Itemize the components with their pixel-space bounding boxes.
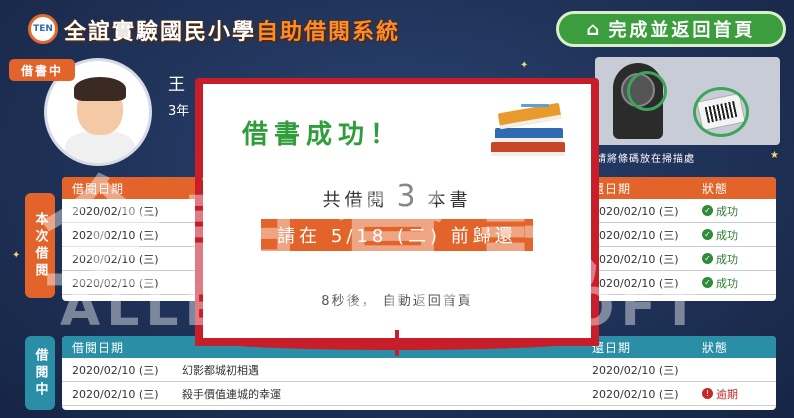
check-icon: ✓ <box>702 277 713 288</box>
count-prefix: 共借閱 <box>322 190 389 211</box>
scan-hint: 請將條碼放在掃描處 <box>596 154 695 165</box>
alert-icon: ! <box>702 388 713 399</box>
books-stack-icon <box>491 103 565 156</box>
tab-borrowed-this-time[interactable]: 本次借閱 <box>25 193 55 298</box>
finish-button-label: 完成並返回首頁 <box>608 20 756 41</box>
barcode-ring <box>693 87 749 137</box>
scanner-illustration <box>595 57 780 145</box>
due-date: 2020/02/10 (三) <box>592 387 679 401</box>
header-status: 狀態 <box>702 181 729 196</box>
app-title: 全誼實驗國民小學自助借閱系統 <box>64 14 400 46</box>
app-logo: TEN <box>28 14 58 44</box>
due-date-notice: 請在 5/18 (二) 前歸還 <box>261 219 533 251</box>
borrow-count: 共借閱 3 本書 <box>203 179 591 214</box>
success-title: 借書成功！ <box>242 120 403 150</box>
app-title-system: 自助借閱系統 <box>256 20 401 45</box>
header-borrow-date: 借閱日期 <box>72 181 125 196</box>
user-name: 王 <box>168 75 185 95</box>
borrow-date: 2020/02/10 (三) <box>72 204 159 218</box>
book-title: 殺手價值連城的幸運 <box>182 387 281 401</box>
table-row: 2020/02/10 (三) 幻影都城初相遇 2020/02/10 (三) <box>62 358 776 382</box>
borrow-date: 2020/02/10 (三) <box>72 252 159 266</box>
borrow-date: 2020/02/10 (三) <box>72 363 159 377</box>
due-date: 2020/02/10 (三) <box>592 363 679 377</box>
table-row: 2020/02/10 (三) 殺手價值連城的幸運 2020/02/10 (三) … <box>62 382 776 406</box>
status-text: 成功 <box>716 228 738 242</box>
scanner-ring <box>627 71 667 111</box>
finish-and-home-button[interactable]: ⌂ 完成並返回首頁 <box>556 11 786 47</box>
user-class: 3年 <box>168 104 190 119</box>
status-text: 成功 <box>716 204 738 218</box>
avatar-shirt <box>65 131 135 163</box>
status-cell: ✓ 成功 <box>692 275 776 291</box>
avatar-hair <box>74 77 126 101</box>
book-title: 幻影都城初相遇 <box>182 363 259 377</box>
borrow-date: 2020/02/10 (三) <box>72 387 159 401</box>
book-spine <box>395 330 399 356</box>
borrowing-status-badge: 借書中 <box>9 59 75 81</box>
star-icon: ★ <box>770 150 779 161</box>
count-number: 3 <box>396 179 420 214</box>
header-status: 狀態 <box>702 340 729 355</box>
check-icon: ✓ <box>702 205 713 216</box>
app-title-school: 全誼實驗國民小學 <box>64 20 257 45</box>
count-suffix: 本書 <box>427 190 472 211</box>
status-cell: ✓ 成功 <box>692 203 776 219</box>
star-icon: ✦ <box>520 60 529 71</box>
status-cell: ! 逾期 <box>692 386 776 402</box>
status-cell: ✓ 成功 <box>692 251 776 267</box>
borrow-date: 2020/02/10 (三) <box>72 276 159 290</box>
modal-page: 借書成功！ 共借閱 3 本書 請在 5/18 (二) 前歸還 8秒後， 自動返回首頁 <box>203 84 591 338</box>
star-icon: ✦ <box>12 250 21 261</box>
status-text: 成功 <box>716 252 738 266</box>
home-icon: ⌂ <box>586 18 603 40</box>
status-text: 成功 <box>716 276 738 290</box>
borrow-date: 2020/02/10 (三) <box>72 228 159 242</box>
auto-return-countdown: 8秒後， 自動返回首頁 <box>321 294 473 309</box>
tab-on-loan[interactable]: 借閱中 <box>25 336 55 410</box>
check-icon: ✓ <box>702 229 713 240</box>
check-icon: ✓ <box>702 253 713 264</box>
header-borrow-date: 借閱日期 <box>72 340 125 355</box>
status-cell: ✓ 成功 <box>692 227 776 243</box>
borrow-success-modal: 借書成功！ 共借閱 3 本書 請在 5/18 (二) 前歸還 8秒後， 自動返回首頁 <box>195 78 599 356</box>
status-text: 逾期 <box>716 387 738 401</box>
